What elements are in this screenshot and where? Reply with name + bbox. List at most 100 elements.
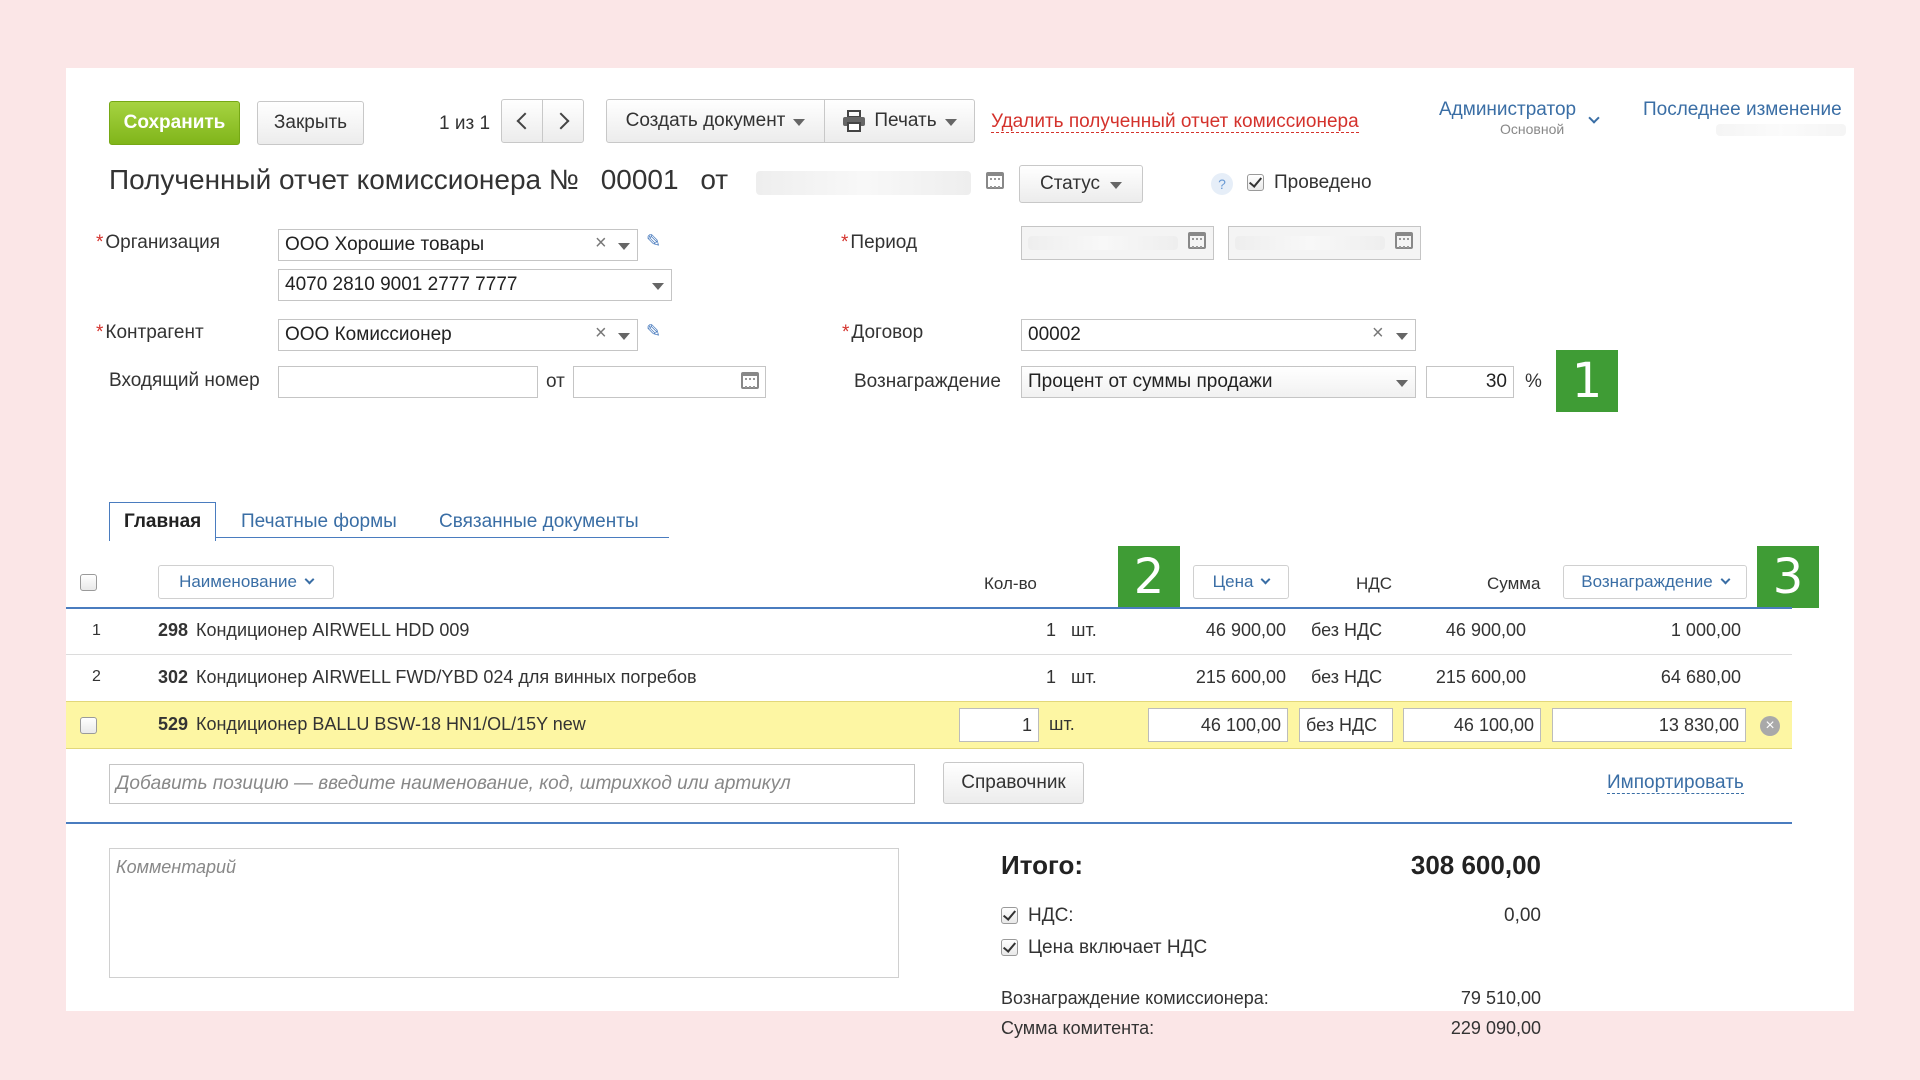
posted-checkbox[interactable]	[1247, 174, 1264, 191]
row-price-input[interactable]: 46 100,00	[1148, 708, 1288, 742]
chevron-down-icon[interactable]	[1396, 333, 1408, 340]
chevron-down-icon	[1720, 574, 1731, 585]
incoming-number-input[interactable]	[278, 366, 538, 398]
account-select[interactable]: 4070 2810 9001 2777 7777	[278, 269, 672, 301]
row-sum: 46 900,00	[1445, 620, 1526, 640]
select-all-checkbox[interactable]	[80, 574, 97, 591]
posted-label: Проведено	[1274, 172, 1372, 193]
user-name-link[interactable]: Администратор	[1439, 99, 1576, 121]
chevron-down-icon	[1110, 181, 1123, 189]
calendar-icon[interactable]	[986, 172, 1004, 189]
import-link[interactable]: Импортировать	[1607, 772, 1744, 794]
tab-main[interactable]: Главная	[109, 502, 217, 541]
row-qty-input[interactable]: 1	[959, 708, 1039, 742]
help-icon[interactable]: ?	[1211, 173, 1233, 195]
table-row-editing[interactable]: 529 Кондиционер BALLU BSW-18 HN1/OL/15Y …	[66, 701, 1792, 749]
status-button[interactable]: Статус	[1019, 165, 1143, 203]
doc-number: 00001	[600, 164, 679, 195]
calendar-icon[interactable]	[1395, 232, 1413, 249]
row-vat: без НДС	[1311, 620, 1383, 640]
printer-icon	[843, 110, 866, 132]
row-code: 298	[158, 620, 189, 640]
period-start-blurred	[1028, 236, 1178, 250]
user-role: Основной	[1500, 121, 1565, 137]
reward-percent-input[interactable]: 30	[1426, 366, 1514, 398]
chevron-down-icon[interactable]	[618, 243, 630, 250]
name-column-button[interactable]: Наименование	[158, 565, 334, 599]
reward-label: Вознаграждение	[854, 371, 1001, 392]
calendar-icon[interactable]	[741, 372, 759, 389]
price-incl-vat-checkbox[interactable]	[1001, 939, 1018, 956]
required-mark: *	[842, 322, 850, 343]
row-unit: шт.	[1071, 667, 1097, 687]
tab-print-forms[interactable]: Печатные формы	[241, 511, 397, 533]
last-change-link[interactable]: Последнее изменение	[1643, 99, 1842, 121]
total-value: 308 600,00	[1410, 850, 1541, 880]
price-column-button[interactable]: Цена	[1193, 565, 1289, 599]
row-sum: 215 600,00	[1435, 667, 1526, 687]
row-reward: 1 000,00	[1670, 620, 1741, 640]
row-name: Кондиционер AIRWELL FWD/YBD 024 для винн…	[196, 667, 697, 687]
marker-badge-2: 2	[1118, 546, 1180, 608]
row-index: 1	[92, 622, 101, 639]
clear-icon[interactable]: ×	[1372, 322, 1384, 345]
row-name-link[interactable]: Кондиционер BALLU BSW-18 HN1/OL/15Y new	[196, 714, 586, 735]
chevron-down-icon[interactable]	[652, 283, 664, 290]
next-button[interactable]	[542, 99, 584, 143]
chevron-down-icon[interactable]	[618, 333, 630, 340]
row-reward-input[interactable]: 13 830,00	[1552, 708, 1746, 742]
edit-pencil-icon[interactable]: ✎	[646, 321, 661, 342]
comment-textarea[interactable]: Комментарий	[109, 848, 899, 978]
row-checkbox[interactable]	[80, 717, 97, 734]
catalog-button[interactable]: Справочник	[943, 762, 1084, 804]
clear-icon[interactable]: ×	[595, 322, 607, 345]
chevron-down-icon[interactable]	[1588, 112, 1600, 124]
required-mark: *	[96, 322, 104, 343]
print-button[interactable]: Печать	[824, 99, 975, 143]
save-button[interactable]: Сохранить	[109, 101, 240, 145]
contract-select[interactable]: 00002	[1021, 319, 1416, 351]
close-button[interactable]: Закрыть	[257, 101, 364, 145]
row-sum-input[interactable]: 46 100,00	[1403, 708, 1541, 742]
calendar-icon[interactable]	[1188, 232, 1206, 249]
pager-label: 1 из 1	[439, 113, 491, 134]
doc-date-blurred[interactable]	[756, 171, 971, 195]
org-label-text: Организация	[105, 232, 220, 253]
commission-value: 79 510,00	[1460, 988, 1541, 1008]
incoming-date-input[interactable]	[573, 366, 766, 398]
edit-pencil-icon[interactable]: ✎	[646, 231, 661, 252]
name-column-label: Наименование	[179, 572, 297, 591]
contractor-label: * Контрагент	[96, 322, 204, 344]
create-document-button[interactable]: Создать документ	[606, 99, 825, 143]
row-vat-select[interactable]: без НДС	[1299, 708, 1393, 742]
qty-header: Кол-во	[984, 574, 1037, 593]
reward-type-select[interactable]: Процент от суммы продажи	[1021, 366, 1416, 398]
add-item-input[interactable]: Добавить позицию — введите наименование,…	[109, 764, 915, 804]
doc-title-text: Полученный отчет комиссионера №	[109, 164, 579, 195]
prev-button[interactable]	[501, 99, 543, 143]
incoming-from-label: от	[546, 371, 565, 392]
chevron-down-icon	[793, 118, 806, 126]
delete-report-link[interactable]: Удалить полученный отчет комиссионера	[991, 111, 1359, 133]
last-change-value-blurred	[1716, 124, 1846, 136]
row-unit: шт.	[1071, 620, 1097, 640]
contract-label: * Договор	[842, 322, 923, 344]
period-end-blurred	[1235, 236, 1385, 250]
row-divider	[66, 654, 1792, 655]
contractor-select[interactable]: ООО Комиссионер	[278, 319, 638, 351]
remove-row-icon[interactable]: ×	[1760, 716, 1780, 736]
org-select[interactable]: ООО Хорошие товары	[278, 229, 638, 261]
chevron-right-icon	[552, 112, 569, 130]
tab-related-documents[interactable]: Связанные документы	[439, 511, 639, 533]
vat-checkbox[interactable]	[1001, 907, 1018, 924]
row-code: 529	[158, 714, 189, 734]
chevron-down-icon[interactable]	[1396, 380, 1408, 387]
vat-value: 0,00	[1504, 905, 1541, 926]
row-qty: 1	[1045, 620, 1056, 640]
reward-column-button[interactable]: Вознаграждение	[1563, 565, 1747, 599]
table-bottom-line	[66, 822, 1792, 824]
period-label-text: Период	[850, 232, 918, 253]
reward-column-label: Вознаграждение	[1581, 572, 1713, 591]
clear-icon[interactable]: ×	[595, 232, 607, 255]
row-qty: 1	[1045, 667, 1056, 687]
